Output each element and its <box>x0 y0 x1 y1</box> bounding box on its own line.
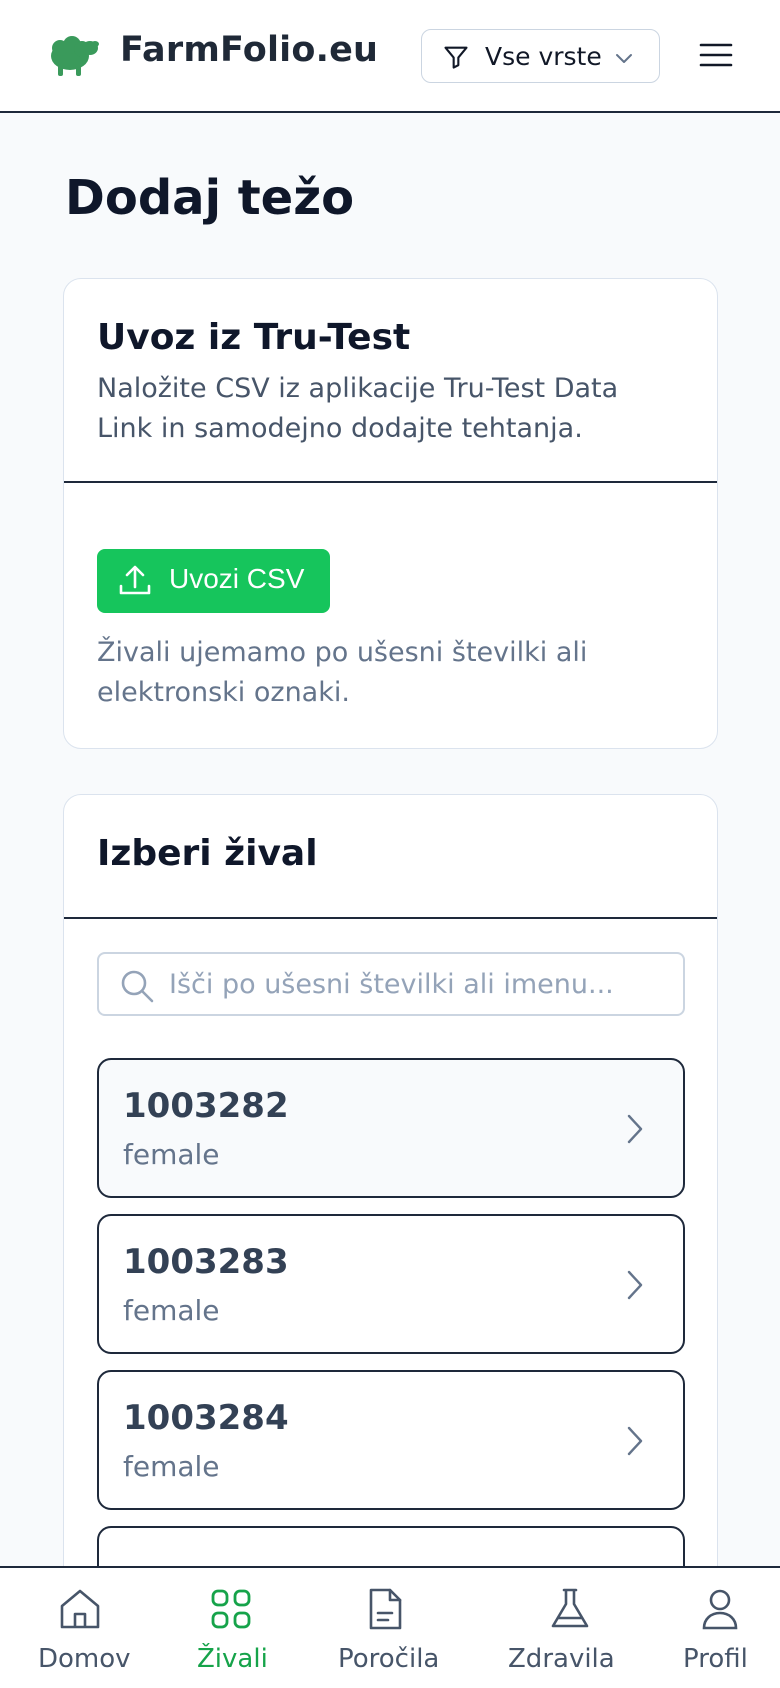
nav-label-domov: Domov <box>38 1644 131 1674</box>
nav-label-porocila: Poročila <box>338 1644 440 1674</box>
card-divider <box>64 917 717 919</box>
animal-ear-tag: 1003284 <box>123 1398 289 1438</box>
brand-name[interactable]: FarmFolio.eu <box>120 30 378 70</box>
nav-item-zivali[interactable]: Živali <box>185 1568 277 1688</box>
import-card-description: Naložite CSV iz aplikacije Tru-Test Data… <box>97 373 619 444</box>
card-divider <box>64 481 717 483</box>
animal-list-item[interactable]: 1003283 female <box>97 1214 685 1354</box>
import-csv-label: Uvozi CSV <box>169 563 305 594</box>
hamburger-menu-icon[interactable] <box>698 38 734 72</box>
flask-icon <box>551 1588 589 1628</box>
nav-item-profil[interactable]: Profil <box>675 1568 765 1688</box>
chevron-right-icon <box>627 1114 643 1144</box>
animal-ear-tag: 1003283 <box>123 1242 289 1282</box>
select-animal-card: Izberi žival 1003282 female 1003283 fema… <box>63 794 718 1688</box>
document-icon <box>369 1588 402 1630</box>
animal-sex: female <box>123 1138 220 1171</box>
animal-ear-tag: 1003282 <box>123 1086 289 1126</box>
animal-search-input[interactable] <box>169 964 669 1004</box>
user-icon <box>702 1589 738 1630</box>
filter-icon <box>444 46 468 69</box>
upload-icon <box>119 565 151 595</box>
chevron-right-icon <box>627 1270 643 1300</box>
sheep-logo-icon[interactable] <box>46 34 100 76</box>
bottom-navigation: Domov Živali Poročila Zdravila Profil <box>0 1566 780 1688</box>
chevron-right-icon <box>627 1426 643 1456</box>
page-title: Dodaj težo <box>65 170 355 226</box>
animal-search[interactable] <box>97 952 685 1016</box>
search-icon <box>121 970 154 1003</box>
animal-list-item[interactable]: 1003284 female <box>97 1370 685 1510</box>
nav-label-profil: Profil <box>683 1644 748 1674</box>
animal-sex: female <box>123 1294 220 1327</box>
home-icon <box>60 1589 100 1629</box>
filter-label: Vse vrste <box>485 42 602 71</box>
nav-item-zdravila[interactable]: Zdravila <box>505 1568 635 1688</box>
import-card-note: Živali ujemamo po ušesni številki ali el… <box>97 637 588 708</box>
import-card: Uvoz iz Tru-Test Naložite CSV iz aplikac… <box>63 278 718 749</box>
nav-label-zivali: Živali <box>197 1644 268 1674</box>
nav-label-zdravila: Zdravila <box>508 1644 615 1674</box>
select-animal-title: Izberi žival <box>97 833 318 874</box>
grid-icon <box>211 1589 251 1629</box>
nav-item-porocila[interactable]: Poročila <box>332 1568 442 1688</box>
import-card-title: Uvoz iz Tru-Test <box>97 317 411 358</box>
animal-sex: female <box>123 1450 220 1483</box>
nav-item-domov[interactable]: Domov <box>30 1568 131 1688</box>
app-header: FarmFolio.eu Vse vrste <box>0 0 780 113</box>
import-csv-button[interactable]: Uvozi CSV <box>97 549 330 613</box>
chevron-down-icon <box>616 54 632 63</box>
species-filter-button[interactable]: Vse vrste <box>421 29 660 83</box>
animal-list-item[interactable]: 1003282 female <box>97 1058 685 1198</box>
